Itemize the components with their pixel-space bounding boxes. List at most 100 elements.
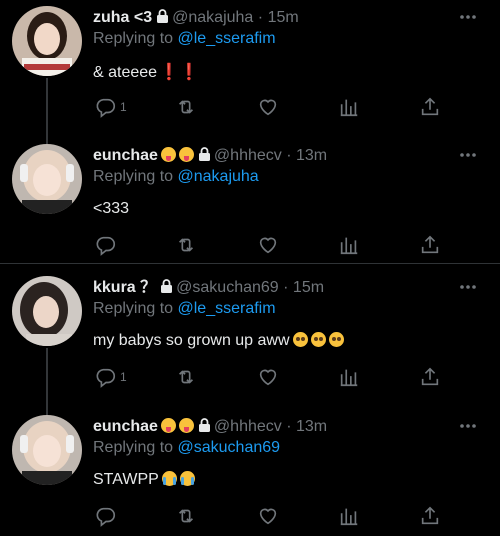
exclamation-emoji: ❗❗ [159,64,199,81]
views-button[interactable] [338,95,360,119]
display-name[interactable]: kkura ？ [93,279,156,296]
views-button[interactable] [338,504,360,528]
avatar[interactable] [12,6,82,76]
avatar[interactable] [12,415,82,485]
separator-dot: · [257,9,264,26]
retweet-icon [178,370,194,384]
retweet-icon [178,509,194,523]
display-name[interactable]: eunchae [93,147,158,164]
display-name[interactable]: eunchae [93,418,158,435]
retweet-button[interactable] [175,95,197,119]
tongue-emoji [160,147,176,162]
display-name[interactable]: zuha <3 [93,9,152,26]
timestamp[interactable]: 15m [268,9,299,26]
tweet-header: eunchae @hhhecv · 13m [93,417,460,437]
tweet-text-content: my babys so grown up aww [93,332,290,349]
tweet-header: zuha <3 @nakajuha · 15m [93,8,460,28]
pleading-emoji [292,332,308,347]
replying-to: Replying to @le_sserafim [93,30,276,48]
replying-to-label: Replying to [93,439,174,456]
mention-link[interactable]: @nakajuha [178,168,259,185]
user-handle[interactable]: @hhhecv [214,418,282,435]
replying-to: Replying to @sakuchan69 [93,439,280,457]
separator-dot: · [286,147,292,164]
retweet-button[interactable] [175,365,197,389]
reply-button[interactable]: 1 [95,95,127,119]
share-icon [421,97,439,116]
reply-count: 1 [120,370,127,384]
action-bar: 1 [95,95,445,119]
tweet-zuha[interactable]: zuha <3 @nakajuha · 15m Replying to @le_s… [0,0,500,144]
user-handle[interactable]: @sakuchan69 [176,279,279,296]
tweet-header: kkura ？ @sakuchan69 · 15m [93,278,460,298]
views-icon [340,237,358,255]
more-icon[interactable] [458,148,478,162]
share-button[interactable] [419,504,441,528]
tweet-kkura[interactable]: kkura ？ @sakuchan69 · 15m Replying to @le… [0,270,500,416]
replying-to-label: Replying to [93,30,174,47]
timestamp[interactable]: 15m [293,279,324,296]
retweet-button[interactable] [175,504,197,528]
lock-icon [156,9,169,23]
reply-button[interactable] [95,504,117,528]
views-button[interactable] [338,233,360,257]
replying-to-label: Replying to [93,300,174,317]
crying-emoji [179,471,195,486]
tweet-text: STAWPP [93,471,195,489]
more-icon[interactable] [458,10,478,24]
replying-to-label: Replying to [93,168,174,185]
views-button[interactable] [338,365,360,389]
timestamp[interactable]: 13m [296,418,327,435]
like-icon [259,369,277,386]
reply-button[interactable] [95,233,117,257]
pleading-emoji [310,332,326,347]
user-handle[interactable]: @nakajuha [172,9,253,26]
share-icon [421,506,439,525]
action-bar [95,233,445,257]
tweet-feed: zuha <3 @nakajuha · 15m Replying to @le_s… [0,0,500,536]
reply-icon [96,236,116,256]
avatar[interactable] [12,276,82,346]
retweet-icon [178,238,194,252]
share-button[interactable] [419,365,441,389]
tweet-eunchae-2[interactable]: eunchae @hhhecv · 13m Replying to @sakuch… [0,409,500,536]
retweet-button[interactable] [175,233,197,257]
share-button[interactable] [419,233,441,257]
thread-line [46,78,48,144]
reply-button[interactable]: 1 [95,365,127,389]
like-button[interactable] [257,95,279,119]
tweet-text: my babys so grown up aww [93,332,344,350]
lock-icon [160,279,173,293]
tweet-eunchae-1[interactable]: eunchae @hhhecv · 13m Replying to @nakaju… [0,138,500,263]
separator-dot: · [286,418,292,435]
tweet-text: & ateeee ❗❗ [93,62,199,82]
views-icon [340,369,358,387]
share-button[interactable] [419,95,441,119]
like-button[interactable] [257,233,279,257]
lock-icon [198,147,211,161]
action-bar [95,504,445,528]
separator-dot: · [283,279,289,296]
more-icon[interactable] [458,280,478,294]
retweet-icon [178,100,194,114]
pleading-emoji [328,332,344,347]
timestamp[interactable]: 13m [296,147,327,164]
views-icon [340,99,358,117]
more-icon[interactable] [458,419,478,433]
tweet-text-content: STAWPP [93,471,159,488]
mention-link[interactable]: @sakuchan69 [178,439,281,456]
like-button[interactable] [257,504,279,528]
reply-icon [96,507,116,527]
tongue-emoji [160,418,176,433]
tongue-emoji [178,147,194,162]
reply-icon [96,368,116,388]
tongue-emoji [178,418,194,433]
like-button[interactable] [257,365,279,389]
mention-link[interactable]: @le_sserafim [178,30,276,47]
share-icon [421,367,439,386]
reply-icon [96,98,116,118]
avatar[interactable] [12,144,82,214]
mention-link[interactable]: @le_sserafim [178,300,276,317]
user-handle[interactable]: @hhhecv [214,147,282,164]
share-icon [421,235,439,254]
